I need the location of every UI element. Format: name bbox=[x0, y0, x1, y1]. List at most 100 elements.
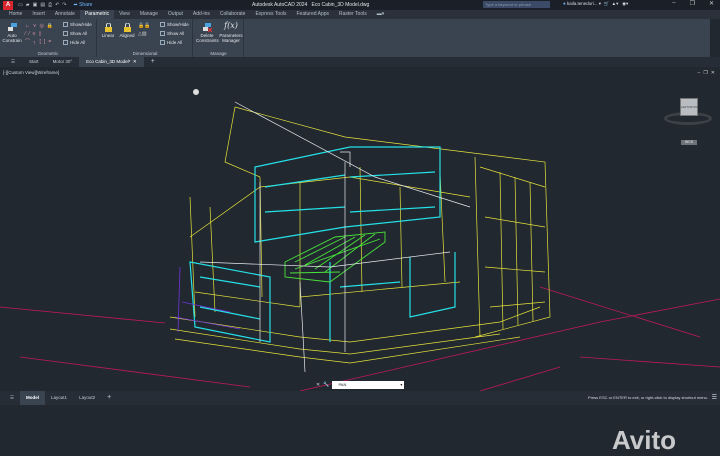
customize-status-icon[interactable]: ☰ bbox=[712, 394, 717, 401]
linear-button[interactable]: Linear bbox=[101, 23, 115, 38]
add-layout-button[interactable]: + bbox=[101, 391, 117, 405]
ground-grid-lines bbox=[0, 286, 720, 391]
manage-group-label: Manage bbox=[210, 51, 227, 56]
file-name: Eco Cabin_3D Model.dwg bbox=[311, 2, 370, 8]
command-dropdown-icon[interactable]: ▾ bbox=[400, 381, 402, 389]
search-input[interactable]: Type a keyword or phrase bbox=[483, 1, 550, 8]
dimensional-show-all-button[interactable]: Show All bbox=[160, 31, 184, 36]
tabs-menu-icon[interactable]: ☰ bbox=[4, 57, 22, 67]
share-button[interactable]: ➦ Share bbox=[73, 2, 92, 8]
app-title: Autodesk AutoCAD 2024 bbox=[252, 2, 308, 8]
layouts-menu-icon[interactable]: ☰ bbox=[4, 391, 20, 405]
print-icon[interactable]: ⎙ bbox=[48, 2, 52, 8]
manage-group: Delete Constraints f(x) Parameters Manage… bbox=[194, 19, 244, 57]
label: Aligned bbox=[119, 33, 135, 38]
minimize-icon[interactable]: – bbox=[672, 0, 675, 7]
dimensional-group-label: Dimensional bbox=[132, 51, 158, 56]
geometric-constraint-icons[interactable]: ∟⋎◎🔒 ⁄⁄≡▯ ⌒┐[]= bbox=[25, 22, 58, 46]
viewcube-front-face[interactable]: FRONT bbox=[688, 105, 698, 109]
command-value: PAN bbox=[338, 382, 347, 387]
aligned-button[interactable]: Aligned bbox=[118, 23, 136, 38]
parameters-manager-button[interactable]: f(x) Parameters Manager bbox=[219, 21, 243, 44]
command-customize-icon[interactable]: 🔧 bbox=[323, 382, 329, 388]
saveas-icon[interactable]: ▤ bbox=[40, 2, 45, 8]
user-name: kaila.tenedori... bbox=[566, 1, 598, 6]
tab-annotate[interactable]: Annotate bbox=[50, 10, 80, 19]
tab-featured-apps[interactable]: Featured Apps bbox=[292, 10, 335, 19]
tab-parametric[interactable]: Parametric bbox=[79, 10, 115, 19]
tab-collaborate[interactable]: Collaborate bbox=[215, 10, 251, 19]
auto-constrain-label: Auto Constrain bbox=[2, 33, 22, 43]
document-tabs: ☰ Start Motor 30° Eco Cabin_3D Model* ✕ … bbox=[0, 57, 720, 67]
command-input[interactable]: PAN ▾ bbox=[332, 381, 405, 389]
geometric-hide-all-button[interactable]: Hide All bbox=[63, 40, 85, 45]
close-tab-icon[interactable]: ✕ bbox=[133, 59, 137, 64]
geometric-show-all-button[interactable]: Show All bbox=[63, 31, 87, 36]
pan-cursor-icon bbox=[193, 89, 199, 95]
ribbon-panel: Auto Constrain ∟⋎◎🔒 ⁄⁄≡▯ ⌒┐[]= Show/Hide S… bbox=[0, 19, 710, 57]
viewcube-left-face[interactable]: LEFT bbox=[681, 105, 688, 109]
geometric-show-hide-button[interactable]: Show/Hide bbox=[63, 22, 92, 27]
drawing-viewport[interactable]: [-][Custom View][Wireframe] – ❐ ✕ LEFT FRON… bbox=[0, 67, 720, 455]
label: Show All bbox=[70, 31, 88, 36]
ribbon-options-icon[interactable]: ▬▾ bbox=[372, 10, 390, 19]
save-icon[interactable]: ▣ bbox=[33, 2, 38, 8]
ribbon-tabs: Home Insert Annotate Parametric View Man… bbox=[0, 10, 720, 19]
command-line: ✕ 🔧 PAN ▾ bbox=[316, 381, 405, 389]
undo-icon[interactable]: ↶ bbox=[55, 2, 59, 8]
dimensional-show-hide-button[interactable]: Show/Hide bbox=[160, 22, 189, 27]
restore-icon[interactable]: ❐ bbox=[690, 0, 695, 7]
status-message: Press ESC or ENTER to exit, or right-cli… bbox=[587, 395, 708, 400]
geometric-group: Auto Constrain ∟⋎◎🔒 ⁄⁄≡▯ ⌒┐[]= Show/Hide S… bbox=[0, 19, 97, 57]
tab-raster-tools[interactable]: Raster Tools bbox=[334, 10, 372, 19]
dimensional-constraint-icons[interactable]: 🔓🔓 △▨ bbox=[138, 22, 150, 38]
label: Show/Hide bbox=[167, 22, 189, 27]
dimensional-hide-all-button[interactable]: Hide All bbox=[160, 40, 182, 45]
delete-constraints-button[interactable]: Delete Constraints bbox=[196, 23, 219, 43]
viewcube[interactable]: LEFT FRONT bbox=[680, 98, 699, 116]
share-label: Share bbox=[79, 2, 93, 8]
label: Parameters Manager bbox=[219, 33, 243, 43]
cabin-wireframe-model bbox=[0, 89, 720, 391]
new-tab-button[interactable]: + bbox=[144, 57, 162, 67]
tab-view[interactable]: View bbox=[114, 10, 135, 19]
label: Show All bbox=[167, 31, 185, 36]
tab-manage[interactable]: Manage bbox=[135, 10, 163, 19]
layout-tab-layout1[interactable]: Layout1 bbox=[45, 391, 73, 405]
doc-tab-motor[interactable]: Motor 30° bbox=[46, 57, 80, 67]
purple-railing-lines bbox=[174, 266, 241, 333]
dimensional-group: Linear Aligned 🔓🔓 △▨ Show/Hide Show All H… bbox=[98, 19, 193, 57]
lock-icon bbox=[123, 23, 131, 32]
lock-icon bbox=[104, 23, 112, 32]
user-icon: ● bbox=[563, 1, 566, 6]
label: Delete Constraints bbox=[196, 33, 219, 43]
doc-tab-eco-cabin[interactable]: Eco Cabin_3D Model* ✕ bbox=[79, 57, 144, 67]
doc-tab-start[interactable]: Start bbox=[22, 57, 46, 67]
tab-home[interactable]: Home bbox=[4, 10, 27, 19]
user-account[interactable]: ● kaila.tenedori... ▾ 🛒 ▲▾ ◉▾ bbox=[563, 1, 628, 7]
label: Linear bbox=[101, 33, 115, 38]
new-icon[interactable]: ▭ bbox=[18, 2, 23, 8]
tab-add-ins[interactable]: Add-ins bbox=[188, 10, 215, 19]
tab-insert[interactable]: Insert bbox=[27, 10, 50, 19]
label: Hide All bbox=[167, 40, 183, 45]
layout-tab-model[interactable]: Model bbox=[20, 391, 46, 405]
autocad-logo[interactable]: A bbox=[3, 0, 13, 10]
tab-express-tools[interactable]: Express Tools bbox=[250, 10, 291, 19]
auto-constrain-button[interactable]: Auto Constrain bbox=[2, 23, 22, 43]
tab-output[interactable]: Output bbox=[163, 10, 188, 19]
redo-icon[interactable]: ↷ bbox=[62, 2, 66, 8]
label: Show/Hide bbox=[70, 22, 92, 27]
avito-watermark: Avito bbox=[612, 425, 677, 455]
close-icon[interactable]: ✕ bbox=[709, 0, 714, 7]
label: Eco Cabin_3D Model* bbox=[86, 59, 131, 64]
wcs-menu[interactable]: WCS bbox=[681, 140, 697, 145]
geometric-group-label: Geometric bbox=[37, 51, 59, 56]
layout-tab-layout2[interactable]: Layout2 bbox=[73, 391, 101, 405]
yellow-frame-lines bbox=[169, 106, 551, 364]
delete-constraints-icon bbox=[202, 23, 212, 32]
title-bar: A ▭ ▰ ▣ ▤ ⎙ ↶ ↷ ➦ Share Autodesk AutoCAD 2024 … bbox=[0, 0, 720, 10]
open-icon[interactable]: ▰ bbox=[26, 2, 30, 8]
command-close-icon[interactable]: ✕ bbox=[316, 382, 320, 388]
fx-icon: f(x) bbox=[224, 21, 238, 30]
